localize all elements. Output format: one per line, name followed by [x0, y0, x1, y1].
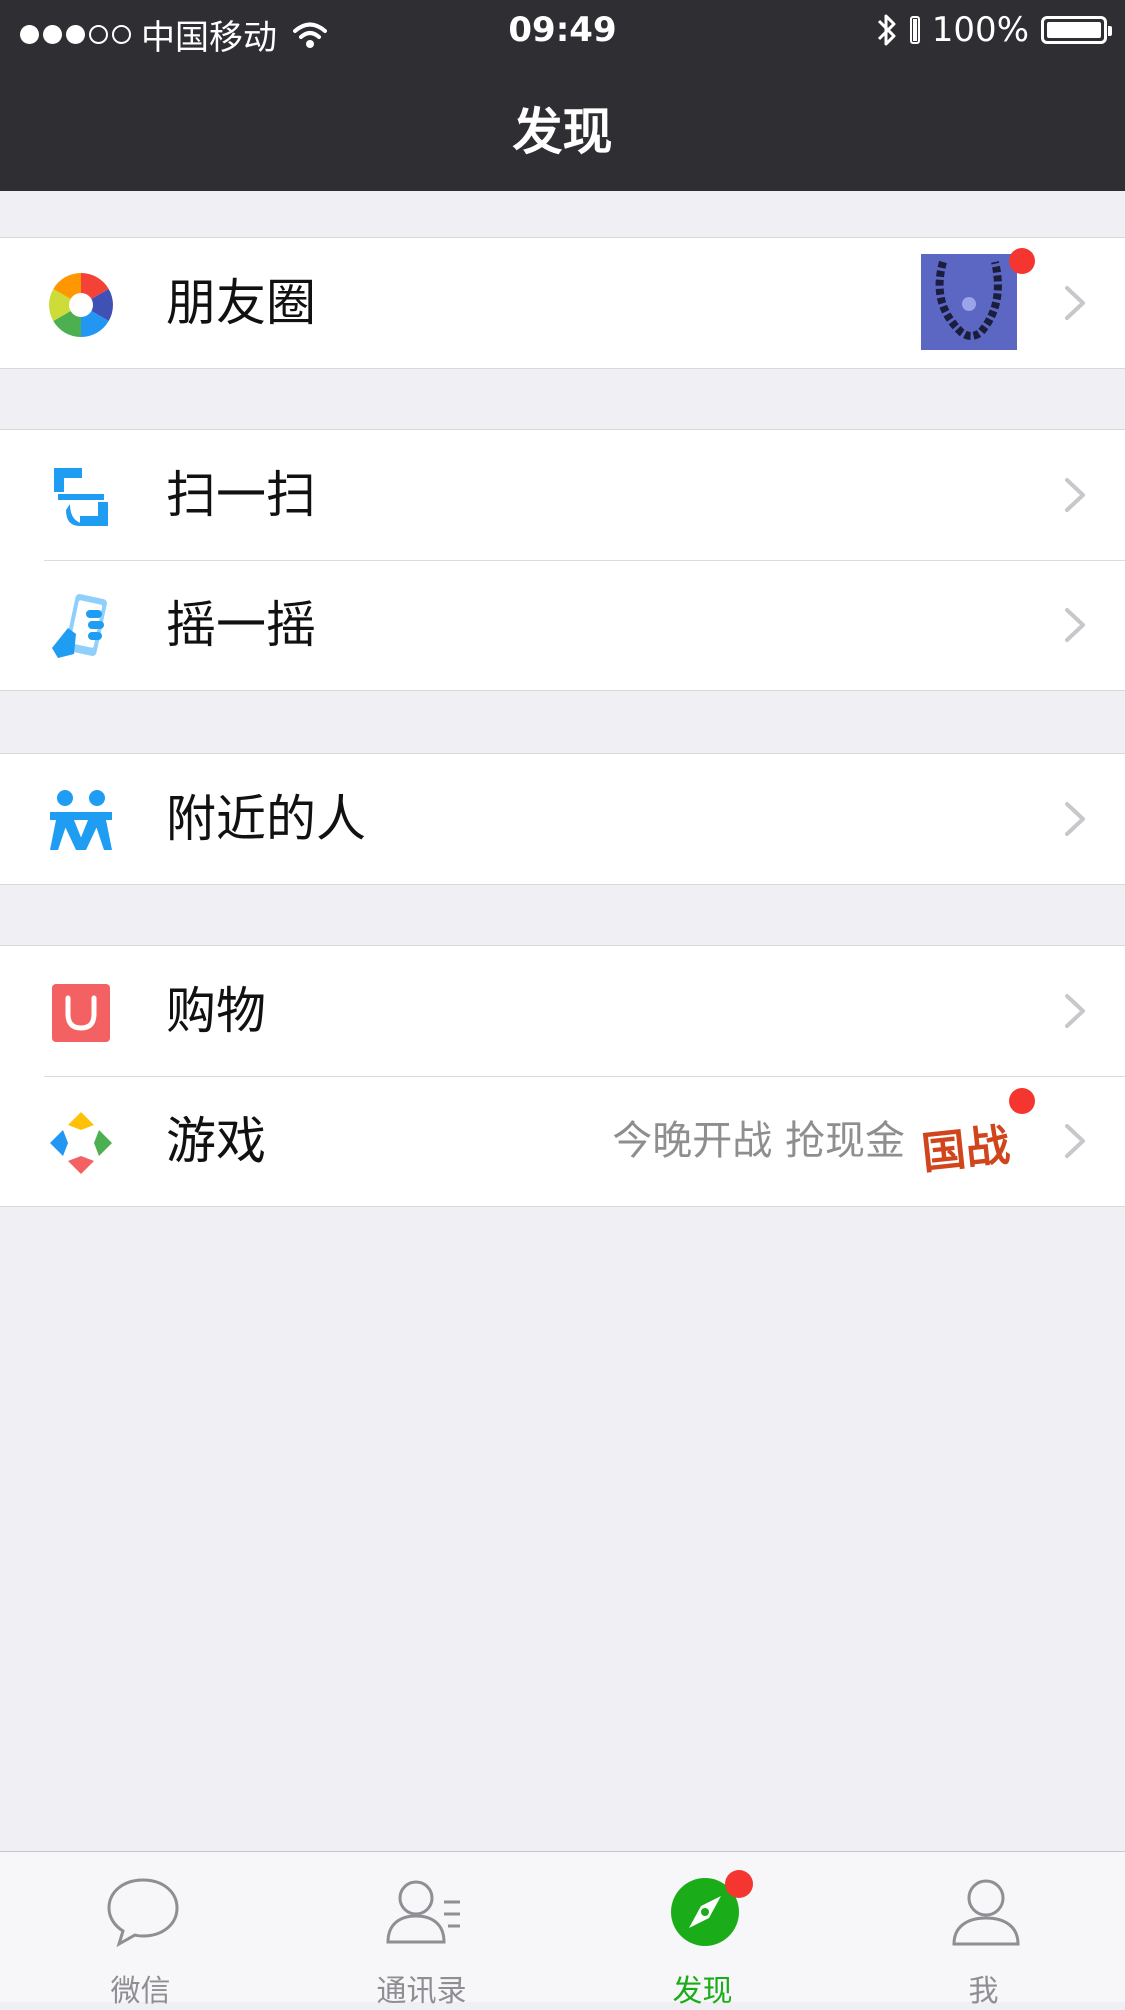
discover-badge-dot — [725, 1870, 753, 1898]
group-nearby: 附近的人 — [0, 753, 1125, 885]
battery-percent: 100% — [931, 10, 1029, 50]
chat-bubble-icon — [107, 1878, 179, 1948]
shake-phone-icon — [52, 594, 107, 658]
chevron-right-icon — [1065, 286, 1085, 320]
people-nearby-icon — [50, 790, 112, 850]
chevron-right-icon — [1065, 1124, 1085, 1158]
tab-label: 发现 — [672, 1974, 733, 2009]
game-promo-badge: 国战 — [919, 1120, 1012, 1180]
battery-icon — [1041, 16, 1112, 44]
bluetooth-icon — [877, 14, 896, 46]
chevron-right-icon — [1065, 478, 1085, 512]
list-item-label: 购物 — [166, 982, 266, 1040]
tab-label: 通讯录 — [376, 1974, 467, 2009]
group-scan-shake: 扫一扫 摇一摇 — [0, 429, 1125, 691]
moments-thumbnail — [921, 254, 1017, 350]
tab-discover[interactable]: 发现 — [562, 1852, 843, 2009]
top-bar: 中国移动 09:49 100% 发现 — [0, 0, 1125, 191]
list-item-games[interactable]: 游戏 今晚开战 抢现金 国战 — [0, 1076, 1125, 1206]
tab-contacts[interactable]: 通讯录 — [281, 1852, 562, 2009]
chevron-right-icon — [1065, 994, 1085, 1028]
tab-me[interactable]: 我 — [843, 1852, 1124, 2009]
list-item-label: 附近的人 — [166, 790, 366, 848]
tab-chats[interactable]: 微信 — [0, 1852, 281, 2009]
game-diamond-icon — [50, 1112, 112, 1174]
svg-text:国战: 国战 — [919, 1120, 1012, 1180]
status-right: 100% — [876, 10, 1112, 50]
list-item-scan[interactable]: 扫一扫 — [0, 430, 1125, 560]
new-moments-dot — [1009, 248, 1035, 274]
scan-icon — [54, 468, 108, 526]
aperture-icon — [49, 273, 113, 337]
list-item-shake[interactable]: 摇一摇 — [0, 560, 1125, 690]
status-bar: 中国移动 09:49 100% — [0, 0, 1125, 62]
chevron-right-icon — [1065, 608, 1085, 642]
list-item-shopping[interactable]: 购物 — [0, 946, 1125, 1076]
person-icon — [952, 1879, 1020, 1946]
list-item-label: 摇一摇 — [166, 596, 316, 654]
tab-bar: 微信 通讯录 发现 我 — [0, 1851, 1125, 2009]
list-item-label: 游戏 — [166, 1112, 266, 1170]
new-games-dot — [1009, 1088, 1035, 1114]
tab-label: 我 — [968, 1974, 999, 2009]
battery-small-icon — [909, 16, 920, 44]
games-promo-text: 今晚开战 抢现金 — [612, 1118, 905, 1164]
chevron-right-icon — [1065, 802, 1085, 836]
list-item-nearby[interactable]: 附近的人 — [0, 754, 1125, 884]
list-item-label: 扫一扫 — [166, 466, 316, 524]
list-item-label: 朋友圈 — [166, 274, 316, 332]
contacts-icon — [386, 1880, 460, 1944]
list-item-moments[interactable]: 朋友圈 — [0, 238, 1125, 368]
group-moments: 朋友圈 — [0, 237, 1125, 369]
group-shopping-games: 购物 游戏 今晚开战 抢现金 国战 — [0, 945, 1125, 1207]
page-title: 发现 — [512, 103, 613, 161]
shopping-bag-icon — [52, 984, 110, 1042]
tab-label: 微信 — [110, 1974, 171, 2009]
